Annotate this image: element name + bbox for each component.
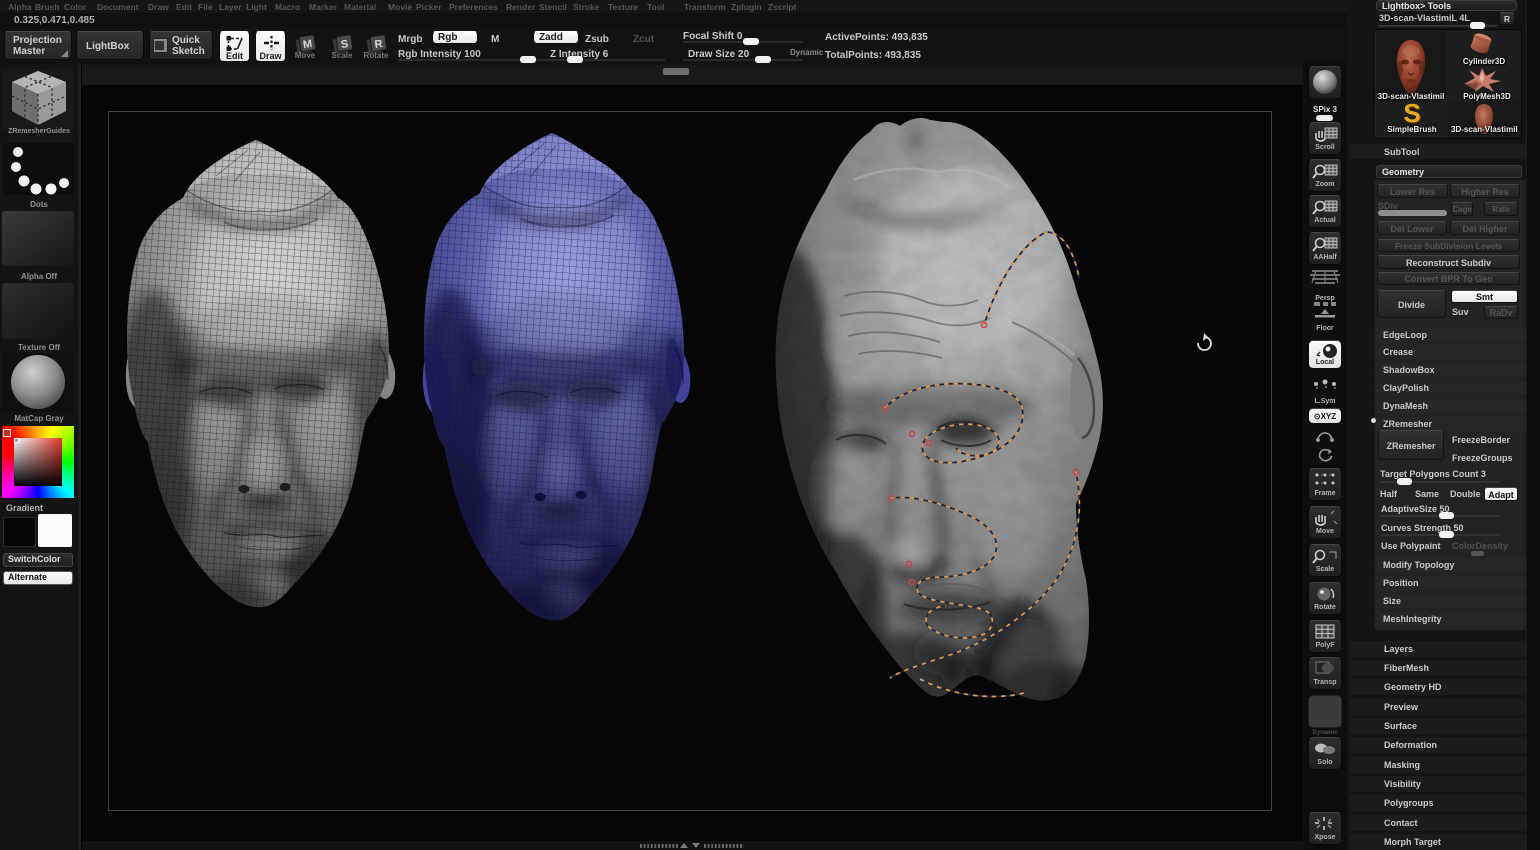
svg-text:S: S — [1403, 101, 1420, 127]
svg-text:M: M — [302, 38, 313, 51]
svg-text:R: R — [374, 38, 384, 51]
